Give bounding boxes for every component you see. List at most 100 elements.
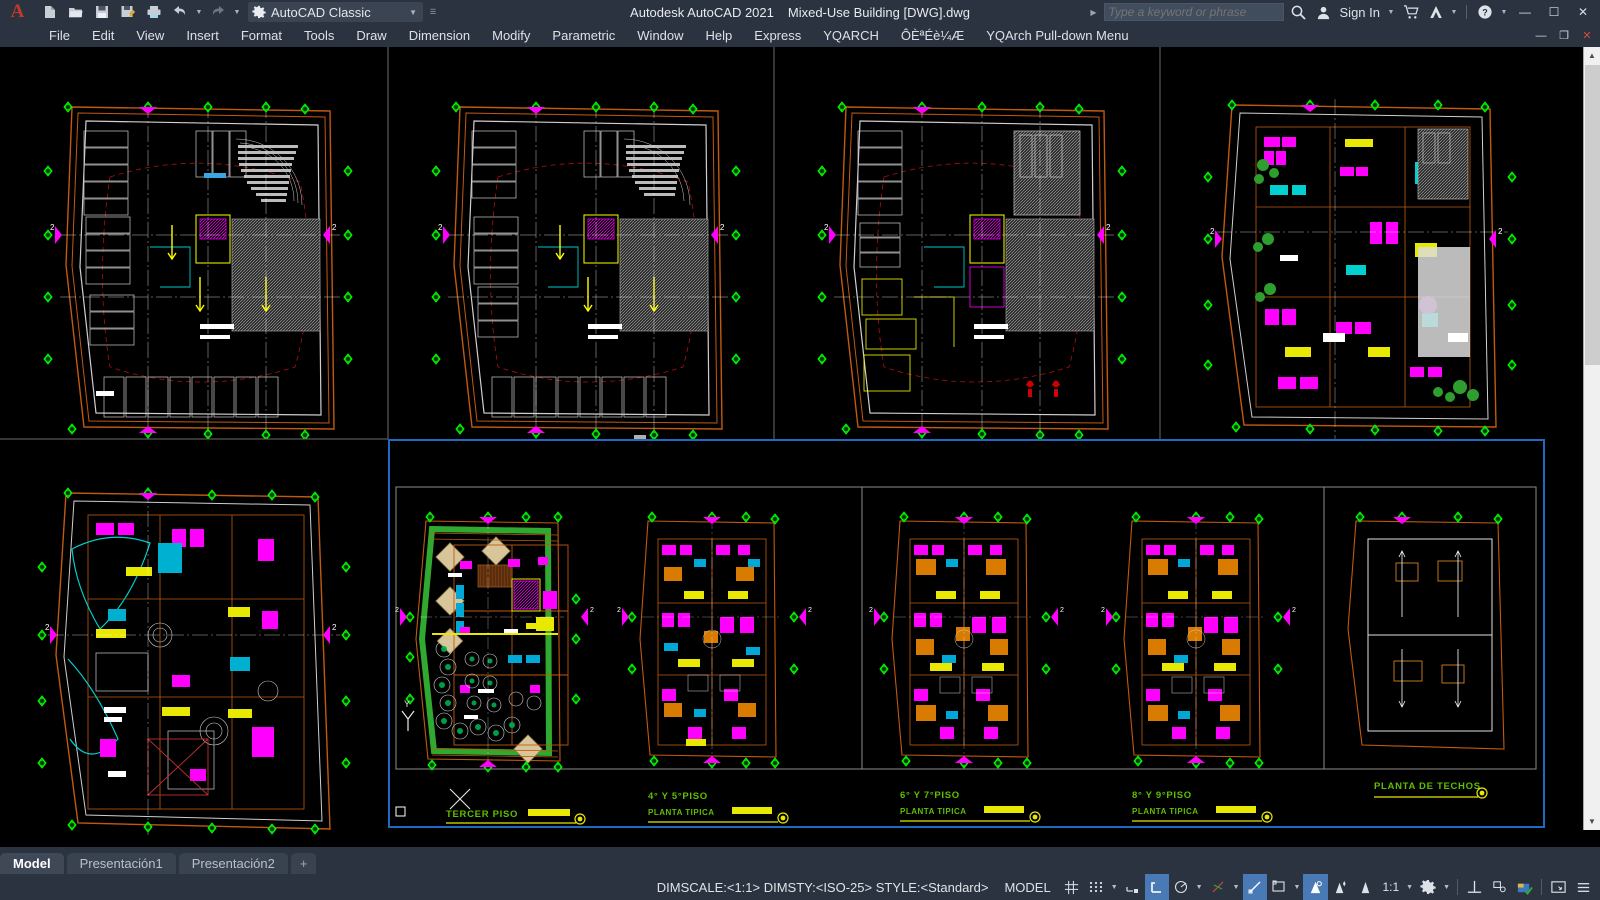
search-icon[interactable] — [1287, 0, 1311, 24]
gear-icon — [252, 5, 266, 19]
doc-minimize-button[interactable]: — — [1531, 26, 1551, 46]
search-box[interactable] — [1104, 3, 1284, 21]
inner-plan-sublabel-3: PLANTA TIPICA — [900, 807, 967, 816]
osnap-tracking-dropdown-icon[interactable]: ▼ — [1230, 884, 1243, 891]
svg-text:2: 2 — [824, 223, 829, 232]
menu-item-format[interactable]: Format — [230, 24, 293, 47]
menu-item-dimension[interactable]: Dimension — [398, 24, 481, 47]
doc-restore-button[interactable]: ❐ — [1554, 26, 1574, 46]
object-snap-tracking-toggle[interactable] — [1206, 874, 1230, 900]
product-title: Autodesk AutoCAD 2021 — [630, 5, 774, 20]
inner-plan-label-5: PLANTA DE TECHOS — [1374, 781, 1481, 792]
lineweight-toggle[interactable] — [1267, 874, 1291, 900]
layout-tab-model[interactable]: Model — [0, 853, 64, 874]
lineweight-dropdown-icon[interactable]: ▼ — [1291, 884, 1304, 891]
close-button[interactable]: ✕ — [1570, 0, 1596, 24]
drawing-canvas[interactable]: 2 2 TERCER SÓTANO ESC.1/100 — [0, 47, 1600, 847]
annotation-scale-dropdown-icon[interactable]: ▼ — [1403, 884, 1416, 891]
cart-icon[interactable] — [1399, 0, 1423, 24]
undo-icon[interactable] — [168, 1, 192, 23]
snap-mode-toggle[interactable] — [1084, 874, 1108, 900]
ucs-icon-button[interactable] — [1462, 874, 1487, 900]
menu-item-yqarch-cn[interactable]: ÔÈªÉè¼Æ — [890, 24, 975, 47]
layout-tab-presentacion1[interactable]: Presentación1 — [67, 853, 176, 874]
save-as-icon[interactable] — [116, 1, 140, 23]
model-space-button[interactable]: MODEL — [996, 874, 1058, 900]
annotation-monitor-toggle[interactable] — [1328, 874, 1353, 900]
undo-dropdown-icon[interactable]: ▼ — [194, 1, 204, 23]
object-snap-toggle[interactable] — [1243, 874, 1267, 900]
account-dropdown-icon[interactable]: ▼ — [1386, 1, 1396, 23]
svg-text:2: 2 — [45, 623, 50, 632]
menu-item-modify[interactable]: Modify — [481, 24, 541, 47]
save-icon[interactable] — [90, 1, 114, 23]
redo-icon[interactable] — [206, 1, 230, 23]
redo-dropdown-icon[interactable]: ▼ — [232, 1, 242, 23]
annotation-visibility-toggle[interactable] — [1353, 874, 1378, 900]
snap-dropdown-icon[interactable]: ▼ — [1108, 884, 1121, 891]
doc-close-button[interactable]: ✕ — [1577, 26, 1597, 46]
viewport-tercer-sotano-2: 2 2 TERCER SÓTANO ESC.1/100 — [388, 47, 774, 484]
menu-item-window[interactable]: Window — [626, 24, 694, 47]
grid-display-toggle[interactable] — [1059, 874, 1084, 900]
menu-item-express[interactable]: Express — [743, 24, 812, 47]
sign-in-button[interactable]: Sign In — [1337, 5, 1383, 20]
svg-text:2: 2 — [332, 623, 337, 632]
vertical-scroll-thumb[interactable] — [1585, 65, 1600, 365]
inner-plan-sublabel-2: PLANTA TIPICA — [648, 808, 715, 817]
menu-item-edit[interactable]: Edit — [81, 24, 125, 47]
viewport-tercer-sotano-3: 2 2 TERCER SÓTANO ESC.1/100 — [774, 47, 1160, 484]
hardware-acceleration-button[interactable] — [1512, 874, 1537, 900]
add-layout-button[interactable]: + — [291, 853, 317, 874]
inner-plan-label-1: TERCER PISO — [446, 809, 518, 820]
polar-tracking-toggle[interactable] — [1169, 874, 1193, 900]
autodesk-app-dropdown-icon[interactable]: ▼ — [1449, 1, 1459, 23]
chevron-down-icon[interactable]: ▼ — [409, 8, 417, 17]
clean-screen-button[interactable] — [1546, 874, 1571, 900]
scroll-up-arrow[interactable]: ▲ — [1584, 47, 1600, 64]
ortho-mode-toggle[interactable] — [1145, 874, 1169, 900]
quick-access-toolbar: ▼ ▼ AutoCAD Classic ▼ ☰ — [34, 1, 441, 23]
menu-item-tools[interactable]: Tools — [293, 24, 345, 47]
menu-item-yqarch[interactable]: YQARCH — [812, 24, 890, 47]
help-dropdown-icon[interactable]: ▼ — [1499, 1, 1509, 23]
menu-item-view[interactable]: View — [125, 24, 175, 47]
menu-item-insert[interactable]: Insert — [175, 24, 230, 47]
title-bar-right-group: ▶ Sign In ▼ ▼ ? ▼ — ☐ ✕ — [1090, 0, 1600, 24]
customization-menu-button[interactable] — [1571, 874, 1600, 900]
menu-item-file[interactable]: File — [38, 24, 81, 47]
workspace-selector[interactable]: AutoCAD Classic ▼ — [248, 2, 423, 22]
selection-cycling-toggle[interactable] — [1303, 874, 1328, 900]
qat-overflow-icon[interactable]: ☰ — [425, 1, 441, 23]
maximize-button[interactable]: ☐ — [1541, 0, 1567, 24]
inner-plan-label-3: 6° Y 7°PISO — [900, 790, 960, 801]
status-bar: DIMSCALE:<1:1> DIMSTY:<ISO-25> STYLE:<St… — [0, 874, 1600, 900]
workspace-switching-button[interactable] — [1416, 874, 1440, 900]
menu-item-help[interactable]: Help — [695, 24, 744, 47]
viewport-tercer-piso-active: 2 2 TERCER PISO — [388, 439, 1544, 827]
help-icon[interactable]: ? — [1474, 0, 1496, 24]
menu-item-yqarch-pulldown[interactable]: YQArch Pull-down Menu — [975, 24, 1139, 47]
workspace-dropdown-icon[interactable]: ▼ — [1440, 884, 1453, 891]
plot-icon[interactable] — [142, 1, 166, 23]
minimize-button[interactable]: — — [1512, 0, 1538, 24]
autodesk-app-icon[interactable] — [1426, 0, 1446, 24]
autocad-logo-icon[interactable]: A — [0, 0, 34, 24]
search-input[interactable] — [1109, 5, 1279, 19]
new-file-icon[interactable] — [38, 1, 62, 23]
layout-tab-presentacion2[interactable]: Presentación2 — [179, 853, 288, 874]
menu-item-draw[interactable]: Draw — [345, 24, 397, 47]
polar-dropdown-icon[interactable]: ▼ — [1193, 884, 1206, 891]
viewport-tercer-sotano-1: 2 2 TERCER SÓTANO ESC.1/100 — [0, 47, 388, 484]
search-expand-icon[interactable]: ▶ — [1090, 8, 1096, 17]
annotation-scale-button[interactable]: 1:1 — [1378, 874, 1403, 900]
isolate-objects-button[interactable] — [1487, 874, 1512, 900]
open-file-icon[interactable] — [64, 1, 88, 23]
infer-constraints-toggle[interactable] — [1121, 874, 1145, 900]
viewport-segundo-piso: 2 2 SEGUNDO PISO ESC.1/100 — [0, 439, 388, 847]
vertical-scrollbar[interactable]: ▲ ▼ — [1583, 47, 1600, 830]
user-avatar-icon[interactable] — [1314, 0, 1334, 24]
menu-item-parametric[interactable]: Parametric — [541, 24, 626, 47]
model-space-drawing[interactable]: 2 2 TERCER SÓTANO ESC.1/100 — [0, 47, 1600, 847]
scroll-down-arrow[interactable]: ▼ — [1584, 813, 1600, 830]
